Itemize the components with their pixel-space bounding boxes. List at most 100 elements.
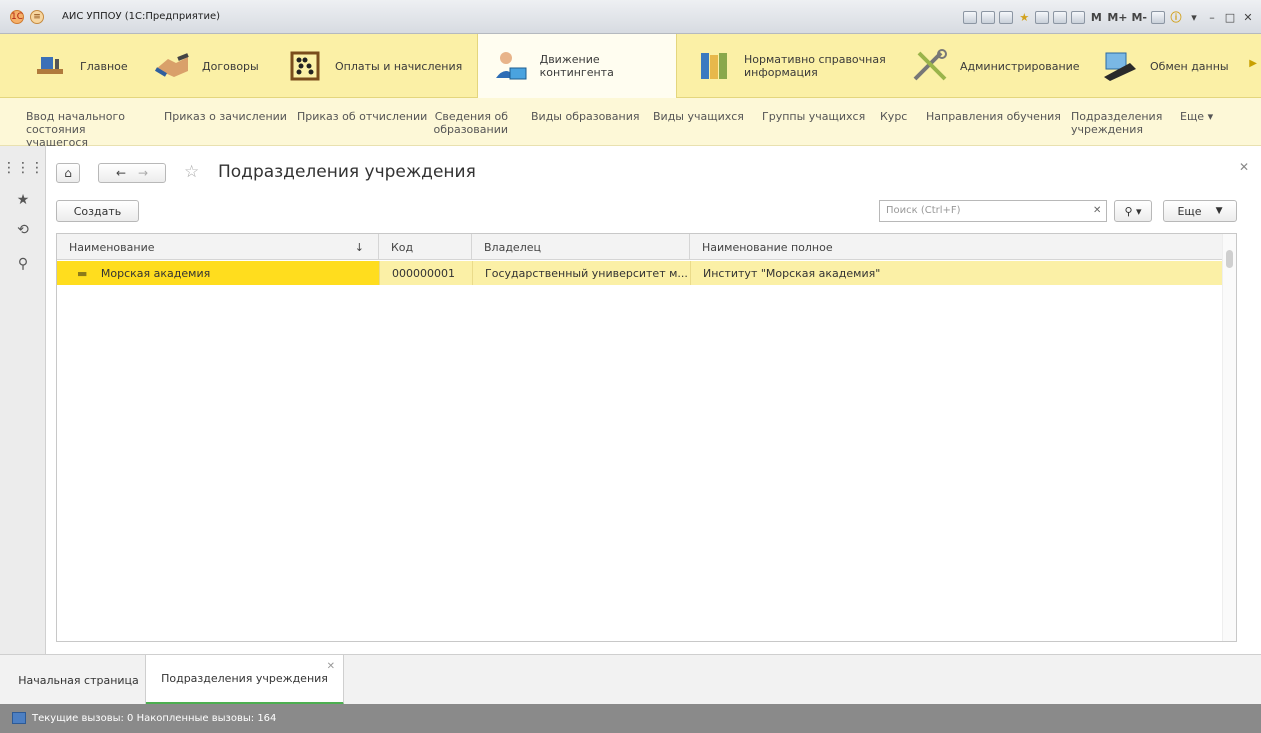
minimize-icon[interactable]: – [1205, 11, 1219, 24]
data-exchange-icon [1100, 46, 1140, 86]
section-contracts[interactable]: Договоры [152, 34, 259, 98]
titlebar-tools: ★ M M+ M- ⓘ ▾ – □ ✕ [963, 8, 1255, 26]
page-title: Подразделения учреждения [218, 162, 476, 182]
favorite-star-icon[interactable]: ☆ [184, 162, 199, 182]
table-header: Наименование ↓ Код Владелец Наименование… [57, 234, 1222, 260]
binders-icon [694, 46, 734, 86]
save-icon[interactable] [963, 10, 978, 24]
calculator-icon[interactable] [1053, 10, 1068, 24]
item-marker-icon: ▬ [77, 267, 88, 280]
tab-label: Подразделения учреждения [161, 672, 328, 685]
forward-arrow-icon[interactable]: → [138, 166, 148, 180]
search-clear-icon[interactable]: ✕ [1093, 205, 1101, 216]
cmd-initial-state[interactable]: Ввод начального состояния учащегося [26, 110, 151, 149]
sort-arrow-icon: ↓ [354, 241, 364, 254]
section-label: Нормативно справочная информация [744, 53, 886, 79]
memory-subtract-button[interactable]: M- [1131, 11, 1147, 24]
form-area: ⌂ ← → ☆ Подразделения учреждения ✕ Созда… [46, 146, 1261, 654]
cmd-course[interactable]: Курс [880, 110, 907, 123]
section-data-exchange[interactable]: Обмен данны [1100, 34, 1229, 98]
close-window-icon[interactable]: ✕ [1241, 11, 1255, 24]
cmd-more[interactable]: Еще ▾ [1180, 110, 1213, 123]
col-code[interactable]: Код [379, 234, 472, 260]
preview-icon[interactable] [999, 10, 1014, 24]
section-label: Оплаты и начисления [335, 59, 463, 73]
cell-owner[interactable]: Государственный университет м... [472, 261, 690, 285]
status-text: Текущие вызовы: 0 Накопленные вызовы: 16… [32, 713, 277, 724]
col-full-name[interactable]: Наименование полное [690, 234, 1222, 260]
dropdown-arrow-icon[interactable]: ▾ [1187, 11, 1201, 24]
memory-add-button[interactable]: M+ [1107, 11, 1127, 24]
cell-full-name[interactable]: Институт "Морская академия" [690, 261, 1222, 285]
cell-code[interactable]: 000000001 [379, 261, 472, 285]
window-layout-icon[interactable] [1151, 10, 1165, 24]
col-owner[interactable]: Владелец [472, 234, 690, 260]
row-name: Морская академия [100, 267, 211, 280]
cmd-student-types[interactable]: Виды учащихся [653, 110, 744, 123]
section-payments[interactable]: Оплаты и начисления [285, 34, 462, 98]
cmd-expulsion-order[interactable]: Приказ об отчислении [297, 110, 427, 123]
section-contingent[interactable]: Движение контингента [477, 34, 677, 98]
more-button[interactable]: Еще ▼ [1163, 200, 1237, 222]
scroll-right-arrow-icon[interactable]: ▶ [1249, 58, 1257, 69]
cmd-departments[interactable]: Подразделения учреждения [1071, 110, 1166, 136]
desk-icon [30, 46, 70, 86]
section-label: Главное [80, 59, 128, 73]
open-windows-panel: Начальная страница Подразделения учрежде… [0, 654, 1261, 705]
window-titlebar: 1С ≡ АИС УППОУ (1С:Предприятие) ★ M M+ M… [0, 0, 1261, 34]
calendar-icon[interactable] [1071, 10, 1086, 24]
main-menu-icon[interactable]: ≡ [30, 10, 44, 24]
scrollbar-thumb[interactable] [1226, 250, 1233, 268]
status-bar: Текущие вызовы: 0 Накопленные вызовы: 16… [0, 704, 1261, 733]
cmd-education-info[interactable]: Сведения об образовании [428, 110, 508, 136]
history-clock-icon[interactable]: ⟲ [0, 218, 46, 242]
abacus-icon [285, 46, 325, 86]
apps-grid-icon[interactable]: ⋮⋮⋮ [0, 156, 46, 180]
departments-table: Наименование ↓ Код Владелец Наименование… [56, 233, 1237, 642]
search-icon[interactable]: ⚲ [0, 252, 46, 276]
create-button[interactable]: Создать [56, 200, 139, 222]
sections-panel: Главное Договоры Оплаты и начисления Дви… [0, 34, 1261, 98]
cell-name[interactable]: ▬ Морская академия [57, 261, 379, 285]
window-title: АИС УППОУ (1С:Предприятие) [62, 11, 221, 22]
memory-store-button[interactable]: M [1089, 11, 1103, 24]
section-main[interactable]: Главное [30, 34, 128, 98]
table-scrollbar[interactable] [1222, 234, 1236, 641]
section-label: Договоры [202, 59, 259, 73]
cmd-study-directions[interactable]: Направления обучения [926, 110, 1061, 123]
server-calls-icon[interactable] [12, 712, 26, 724]
section-label: Движение контингента [539, 53, 614, 79]
tab-departments[interactable]: Подразделения учреждения ✕ [146, 655, 344, 705]
history-icon[interactable] [1035, 10, 1050, 24]
favorites-icon[interactable]: ★ [1017, 11, 1031, 24]
section-label: Обмен данны [1150, 59, 1229, 73]
person-card-icon [490, 46, 530, 86]
favorites-star-icon[interactable]: ★ [0, 188, 46, 212]
back-arrow-icon[interactable]: ← [116, 166, 126, 180]
home-button[interactable]: ⌂ [56, 163, 80, 183]
print-icon[interactable] [981, 10, 996, 24]
section-administration[interactable]: Администрирование [910, 34, 1080, 98]
more-label: Еще [1177, 204, 1202, 218]
close-tab-icon[interactable]: ✕ [327, 661, 335, 672]
cmd-student-groups[interactable]: Группы учащихся [762, 110, 865, 123]
nav-back-forward: ← → [98, 163, 166, 183]
col-name-label: Наименование [69, 241, 155, 254]
app-logo-icon[interactable]: 1С [10, 10, 24, 24]
table-row[interactable]: ▬ Морская академия 000000001 Государстве… [57, 261, 1222, 285]
tab-home[interactable]: Начальная страница [12, 655, 146, 705]
chevron-down-icon: ▼ [1215, 206, 1223, 216]
tools-icon [910, 46, 950, 86]
col-name[interactable]: Наименование ↓ [57, 234, 379, 260]
search-input[interactable]: Поиск (Ctrl+F) [879, 200, 1107, 222]
commands-panel: Ввод начального состояния учащегося Прик… [0, 98, 1261, 149]
left-tools-panel: ⋮⋮⋮ ★ ⟲ ⚲ [0, 146, 46, 654]
cmd-education-types[interactable]: Виды образования [531, 110, 639, 123]
cmd-enrollment-order[interactable]: Приказ о зачислении [164, 110, 287, 123]
search-options-button[interactable]: ⚲ ▾ [1114, 200, 1152, 222]
close-form-icon[interactable]: ✕ [1239, 160, 1249, 174]
section-label: Администрирование [960, 59, 1080, 73]
maximize-icon[interactable]: □ [1223, 11, 1237, 24]
info-icon[interactable]: ⓘ [1169, 9, 1183, 25]
section-reference-info[interactable]: Нормативно справочная информация [694, 34, 894, 98]
